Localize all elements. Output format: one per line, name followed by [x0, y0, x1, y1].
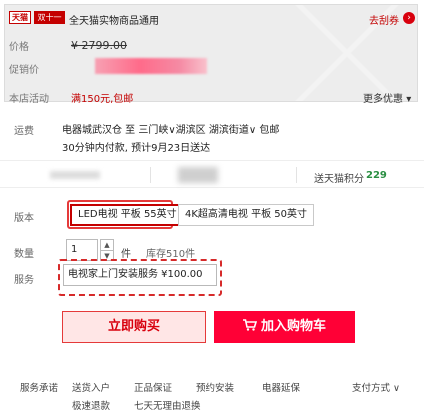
install-service-option[interactable]: 电视家上门安装服务 ¥100.00: [63, 264, 217, 286]
promo-price-redacted: [95, 58, 207, 74]
add-to-cart-label: 加入购物车: [260, 319, 326, 334]
price-label: 价格: [9, 42, 29, 53]
tmall-badge: 天猫: [9, 11, 31, 24]
cart-icon: [242, 319, 258, 331]
promo-panel: 天猫 双十一 全天猫实物商品通用 去刮券 › 价格 ¥ 2799.00 促销价 …: [4, 4, 418, 105]
quantity-stepper[interactable]: ▲ ▼: [100, 239, 114, 261]
shipping-destination[interactable]: 电器城武汉仓 至 三门峡∨湖滨区 湖滨街道∨ 包邮: [62, 121, 279, 136]
footer-item[interactable]: 电器延保: [262, 380, 300, 394]
divider: [296, 167, 297, 183]
chevron-down-icon: ▾: [406, 94, 412, 105]
store-activity: 满150元,包邮: [71, 94, 134, 105]
quantity-unit: 件: [121, 249, 131, 260]
redacted-stat: [178, 167, 218, 183]
chevron-right-icon[interactable]: ›: [403, 12, 415, 24]
divider: [150, 167, 151, 183]
more-deals-dropdown[interactable]: 更多优惠 ▾: [363, 90, 411, 105]
stock-count: 库存510件: [146, 249, 196, 260]
footer-item[interactable]: 正品保证: [134, 380, 172, 394]
promo-title: 全天猫实物商品通用: [69, 16, 159, 27]
service-label: 服务: [14, 275, 34, 286]
redacted-stat: [50, 171, 100, 179]
payment-methods-dropdown[interactable]: 支付方式 ∨: [352, 380, 400, 394]
footer-item[interactable]: 送货入户: [72, 380, 110, 394]
promo-price-label: 促销价: [9, 65, 39, 76]
footer-item[interactable]: 极速退款: [72, 398, 110, 412]
points-label: 送天猫积分: [314, 174, 364, 185]
quantity-label: 数量: [14, 249, 34, 260]
stats-row: 送天猫积分 229: [0, 160, 424, 188]
event-badge: 双十一: [34, 11, 65, 24]
points-value: 229: [366, 170, 387, 181]
delivery-estimate: 30分钟内付款, 预计9月23日送达: [62, 143, 211, 154]
footer-label: 服务承诺: [20, 383, 59, 394]
increment-icon[interactable]: ▲: [101, 240, 113, 250]
quantity-input[interactable]: 1: [66, 239, 98, 261]
footer-item[interactable]: 七天无理由退换: [134, 398, 201, 412]
shipping-label: 运费: [14, 126, 34, 137]
add-to-cart-button[interactable]: 加入购物车: [214, 311, 355, 343]
version-label: 版本: [14, 213, 34, 224]
more-deals-label: 更多优惠: [363, 94, 403, 105]
version-option-led-55[interactable]: LED电视 平板 55英寸: [70, 204, 185, 226]
store-activity-label: 本店活动: [9, 94, 49, 105]
get-coupon-link[interactable]: 去刮券: [369, 12, 399, 27]
footer-item[interactable]: 预约安装: [196, 380, 234, 394]
buy-now-button[interactable]: 立即购买: [62, 311, 206, 343]
version-option-4k-50[interactable]: 4K超高清电视 平板 50英寸: [178, 204, 315, 226]
original-price: ¥ 2799.00: [71, 39, 127, 52]
